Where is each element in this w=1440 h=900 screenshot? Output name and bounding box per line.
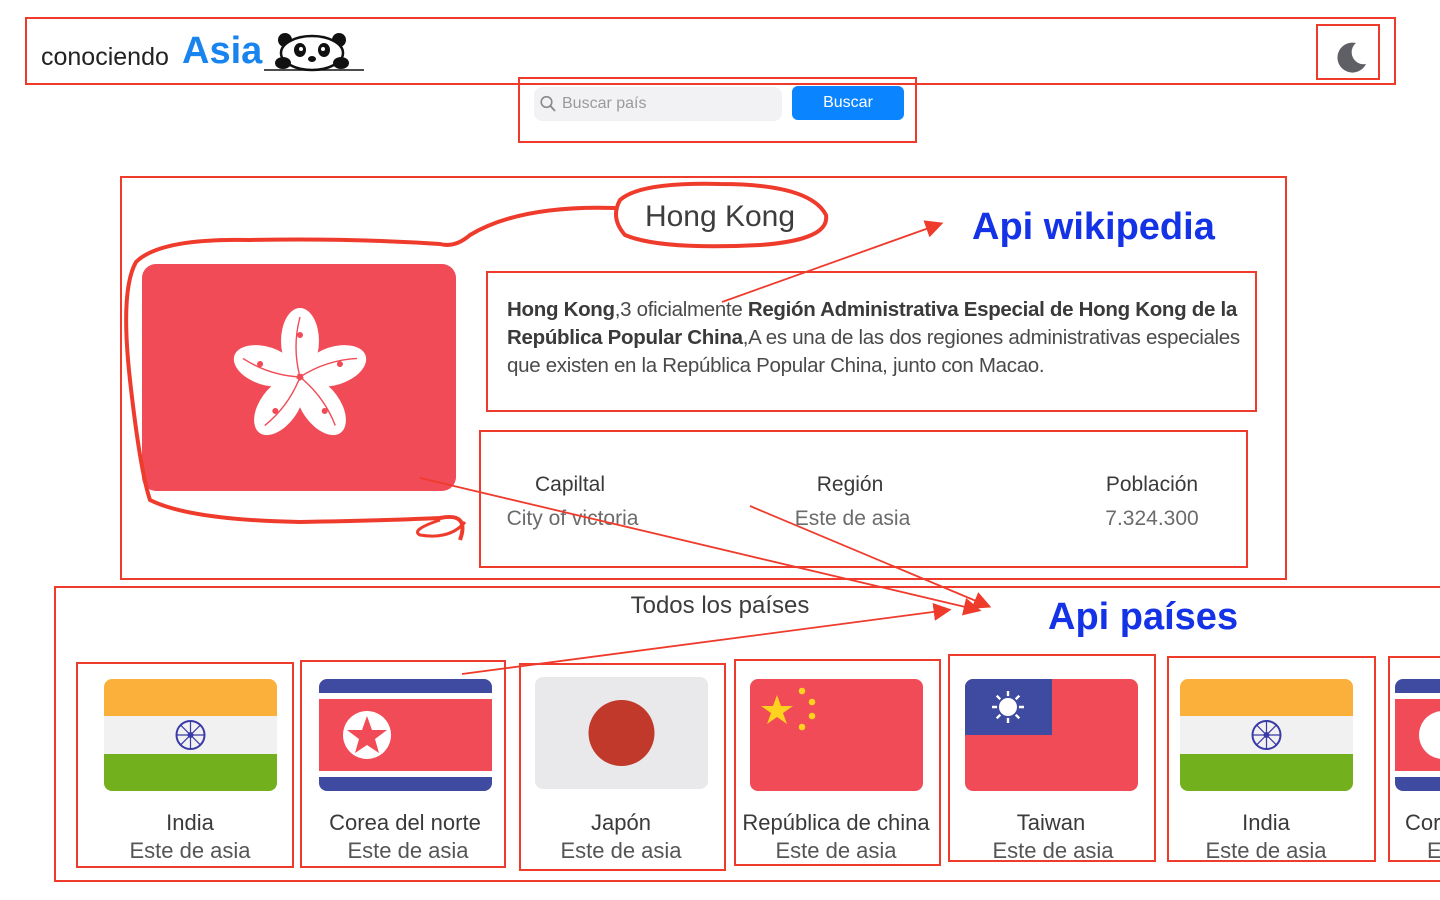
annotation-scribbles [124,181,992,675]
page: { "header": {"brand_prefix": "conociendo… [0,0,1440,900]
